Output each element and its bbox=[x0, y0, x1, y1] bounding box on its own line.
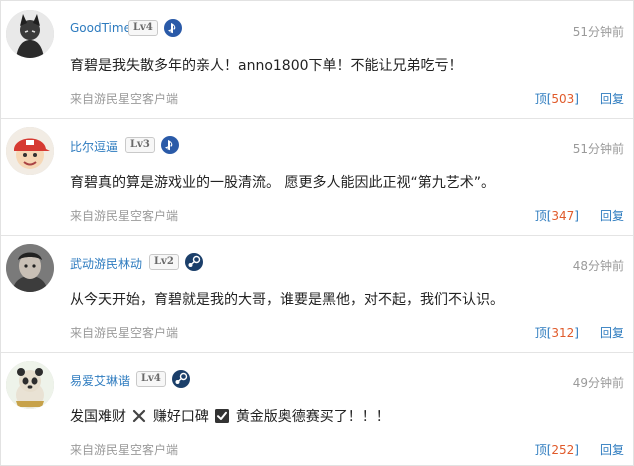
reply-button[interactable]: 回复 bbox=[600, 441, 624, 458]
like-label: 顶 bbox=[534, 92, 547, 106]
source-label: 来自游民星空客户端 bbox=[70, 92, 179, 106]
like-button[interactable]: 顶[312] bbox=[535, 324, 579, 341]
like-label: 顶 bbox=[534, 326, 547, 340]
like-label: 顶 bbox=[534, 209, 547, 223]
comment-actions: 顶[347] 回复 bbox=[535, 207, 624, 224]
like-count: 312 bbox=[551, 326, 575, 340]
username[interactable]: 武动游民林动 bbox=[70, 255, 142, 272]
timestamp: 51分钟前 bbox=[572, 25, 624, 39]
avatar[interactable] bbox=[6, 10, 54, 58]
level-badge: Lv3 bbox=[125, 137, 155, 153]
level-badge: Lv4 bbox=[136, 371, 166, 387]
comment-item: GoodTime Lv4 51分钟前 育碧是我失散多年的亲人！anno1800下… bbox=[1, 1, 633, 119]
source-label: 来自游民星空客户端 bbox=[70, 326, 179, 340]
user-meta: Lv4 bbox=[128, 18, 183, 38]
user-meta: Lv4 bbox=[136, 369, 191, 389]
comment-actions: 顶[312] 回复 bbox=[535, 324, 624, 341]
source-label: 来自游民星空客户端 bbox=[70, 443, 179, 457]
timestamp: 51分钟前 bbox=[572, 142, 624, 156]
comment-item: 易爱艾琳谐 Lv4 49分钟前 发国难财 赚好口碑 黄金版奥德赛买了！！！ 来自… bbox=[1, 352, 633, 465]
reply-button[interactable]: 回复 bbox=[600, 90, 624, 107]
source-label: 来自游民星空客户端 bbox=[70, 209, 179, 223]
content-part: 黄金版奥德赛买了！！！ bbox=[235, 409, 390, 425]
comment-actions: 顶[503] 回复 bbox=[535, 90, 624, 107]
avatar[interactable] bbox=[6, 361, 54, 409]
steam-icon bbox=[184, 253, 203, 271]
comment-text: 育碧是我失散多年的亲人！anno1800下单！不能让兄弟吃亏！ bbox=[70, 58, 463, 74]
like-label: 顶 bbox=[534, 443, 547, 457]
username[interactable]: 比尔逗逼 bbox=[70, 138, 118, 155]
steam-icon bbox=[171, 370, 190, 388]
comment-actions: 顶[252] 回复 bbox=[535, 441, 624, 458]
timestamp: 48分钟前 bbox=[572, 259, 624, 273]
avatar[interactable] bbox=[6, 127, 54, 175]
check-mark-icon bbox=[215, 409, 230, 423]
like-count: 252 bbox=[551, 443, 575, 457]
playstation-icon bbox=[160, 136, 179, 154]
like-button[interactable]: 顶[347] bbox=[535, 207, 579, 224]
like-button[interactable]: 顶[503] bbox=[535, 90, 579, 107]
like-count: 503 bbox=[551, 92, 575, 106]
comment-text: 从今天开始，育碧就是我的大哥，谁要是黑他，对不起，我们不认识。 bbox=[70, 292, 504, 308]
content-part: 发国难财 bbox=[70, 409, 126, 425]
timestamp: 49分钟前 bbox=[572, 376, 624, 390]
username[interactable]: 易爱艾琳谐 bbox=[70, 372, 130, 389]
level-badge: Lv2 bbox=[149, 254, 179, 270]
comment-item: 武动游民林动 Lv2 48分钟前 从今天开始，育碧就是我的大哥，谁要是黑他，对不… bbox=[1, 235, 633, 353]
reply-button[interactable]: 回复 bbox=[600, 324, 624, 341]
user-meta: Lv2 bbox=[149, 252, 204, 272]
comment-text: 发国难财 赚好口碑 黄金版奥德赛买了！！！ bbox=[70, 406, 390, 426]
reply-button[interactable]: 回复 bbox=[600, 207, 624, 224]
cross-mark-icon bbox=[133, 409, 146, 423]
like-button[interactable]: 顶[252] bbox=[535, 441, 579, 458]
comment-text: 育碧真的算是游戏业的一股清流。 愿更多人能因此正视“第九艺术”。 bbox=[70, 175, 495, 191]
username[interactable]: GoodTime bbox=[70, 21, 131, 35]
comment-list: GoodTime Lv4 51分钟前 育碧是我失散多年的亲人！anno1800下… bbox=[0, 0, 634, 466]
playstation-icon bbox=[163, 19, 182, 37]
avatar[interactable] bbox=[6, 244, 54, 292]
user-meta: Lv3 bbox=[125, 135, 180, 155]
level-badge: Lv4 bbox=[128, 20, 158, 36]
like-count: 347 bbox=[551, 209, 575, 223]
comment-item: 比尔逗逼 Lv3 51分钟前 育碧真的算是游戏业的一股清流。 愿更多人能因此正视… bbox=[1, 118, 633, 236]
content-part: 赚好口碑 bbox=[152, 409, 209, 425]
